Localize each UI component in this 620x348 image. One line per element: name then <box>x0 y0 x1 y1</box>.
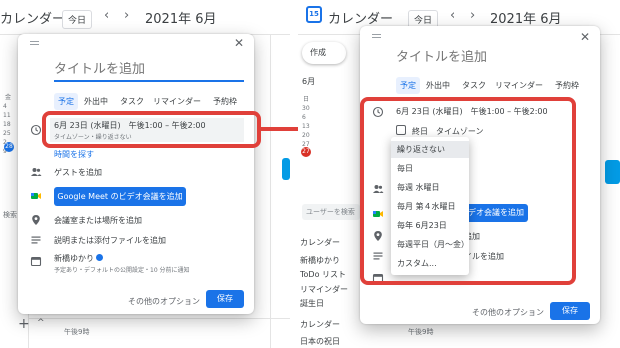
mini-day[interactable]: 6 <box>302 114 306 121</box>
current-month: 2021年 6月 <box>490 12 562 27</box>
mini-day[interactable]: 30 <box>302 105 310 112</box>
calendar-item[interactable]: 新橋ゆかり <box>300 255 340 266</box>
day-header: 金 <box>5 94 12 101</box>
create-button[interactable]: 作成 <box>302 42 346 64</box>
mini-day[interactable]: 11 <box>3 112 11 119</box>
add-icon[interactable]: + <box>18 316 30 332</box>
save-button[interactable]: 保存 <box>206 290 244 308</box>
event-chip[interactable] <box>605 160 620 184</box>
tab-out-of-office[interactable]: 外出中 <box>422 77 454 94</box>
calendar-icon <box>30 256 42 267</box>
event-chip[interactable] <box>282 158 290 180</box>
app-title: カレンダー <box>0 12 66 27</box>
save-button[interactable]: 保存 <box>550 302 590 320</box>
time-label: 午後9時 <box>64 328 90 336</box>
left-screenshot: カレンダー 今日 ‹ › 2021年 6月 金 4 11 18 25 2 9 2… <box>0 0 290 348</box>
mini-day[interactable]: 4 <box>3 103 7 110</box>
close-icon[interactable]: ✕ <box>234 36 244 50</box>
calendar-logo-icon: 15 <box>306 6 322 23</box>
mini-day[interactable]: 18 <box>3 121 11 128</box>
drag-handle-icon[interactable] <box>372 34 381 38</box>
next-arrow-icon[interactable]: › <box>124 8 129 23</box>
find-time-link[interactable]: 時間を探す <box>54 149 94 160</box>
tab-out-of-office[interactable]: 外出中 <box>80 93 112 110</box>
calendar-section-header[interactable]: カレンダー <box>300 237 340 248</box>
title-input[interactable] <box>54 62 244 77</box>
calendar-item[interactable]: 日本の祝日 <box>300 336 340 347</box>
tab-event[interactable]: 予定 <box>396 77 420 94</box>
tab-task[interactable]: タスク <box>116 93 148 110</box>
day-header: 日 <box>303 96 310 103</box>
mini-today-marker[interactable]: 28 <box>4 142 14 152</box>
add-description[interactable]: 説明または添付ファイルを追加 <box>54 235 166 246</box>
grid-line <box>28 318 290 319</box>
prev-arrow-icon[interactable]: ‹ <box>104 8 109 23</box>
right-screenshot: 15 カレンダー 今日 ‹ › 2021年 6月 作成 6月 日 30 6 13… <box>298 0 620 348</box>
highlight-box <box>360 97 576 285</box>
time-label: 午後9時 <box>408 328 434 336</box>
tab-reminder[interactable]: リマインダー <box>491 77 547 94</box>
more-options-button[interactable]: その他のオプション <box>128 296 200 307</box>
clock-icon <box>30 124 42 136</box>
mini-today-marker[interactable]: 27 <box>301 147 311 157</box>
search-people-label[interactable]: 検索 <box>3 210 17 220</box>
location-icon <box>32 215 40 225</box>
grid-line <box>270 34 271 348</box>
tab-reminder[interactable]: リマインダー <box>149 93 205 110</box>
guests-icon <box>31 168 42 176</box>
today-button[interactable]: 今日 <box>62 10 93 29</box>
more-options-button[interactable]: その他のオプション <box>472 307 544 318</box>
close-icon[interactable]: ✕ <box>580 30 590 44</box>
mini-day[interactable]: 13 <box>302 123 310 130</box>
calendar-color-dot <box>96 254 103 261</box>
calendar-owner[interactable]: 新橋ゆかり <box>54 253 94 264</box>
search-people-input[interactable]: ユーザーを検索 <box>302 204 360 220</box>
chevron-up-icon[interactable]: ^ <box>37 318 45 328</box>
event-dialog: ✕ 予定 外出中 タスク リマインダー 予約枠 6月 23日 (水曜日) 午後1… <box>18 34 254 314</box>
calendar-section-header[interactable]: カレンダー <box>300 319 340 330</box>
calendar-item[interactable]: 誕生日 <box>300 298 324 309</box>
description-icon <box>31 236 41 244</box>
mini-month-label: 6月 <box>302 77 316 86</box>
current-month: 2021年 6月 <box>145 12 217 27</box>
calendar-details[interactable]: 予定あり・デフォルトの公開設定・10 分前に通知 <box>54 265 190 274</box>
tab-appointment[interactable]: 予約枠 <box>209 93 241 110</box>
tab-event[interactable]: 予定 <box>54 93 78 110</box>
prev-arrow-icon[interactable]: ‹ <box>450 8 455 23</box>
drag-handle-icon[interactable] <box>30 41 39 45</box>
next-arrow-icon[interactable]: › <box>470 8 475 23</box>
mini-day[interactable]: 20 <box>302 132 310 139</box>
title-underline <box>54 80 244 82</box>
tab-task[interactable]: タスク <box>458 77 490 94</box>
calendar-item[interactable]: ToDo リスト <box>300 269 346 280</box>
mini-day[interactable]: 25 <box>3 130 11 137</box>
calendar-item[interactable]: リマインダー <box>300 284 348 295</box>
app-title: カレンダー <box>328 12 394 27</box>
meet-button[interactable]: Google Meet のビデオ会議を追加 <box>54 187 186 206</box>
meet-icon <box>31 193 41 199</box>
tab-appointment[interactable]: 予約枠 <box>551 77 583 94</box>
add-room[interactable]: 会議室または場所を追加 <box>54 215 142 226</box>
highlight-box <box>42 111 261 148</box>
add-guests[interactable]: ゲストを追加 <box>54 167 102 178</box>
title-input[interactable] <box>396 50 586 65</box>
